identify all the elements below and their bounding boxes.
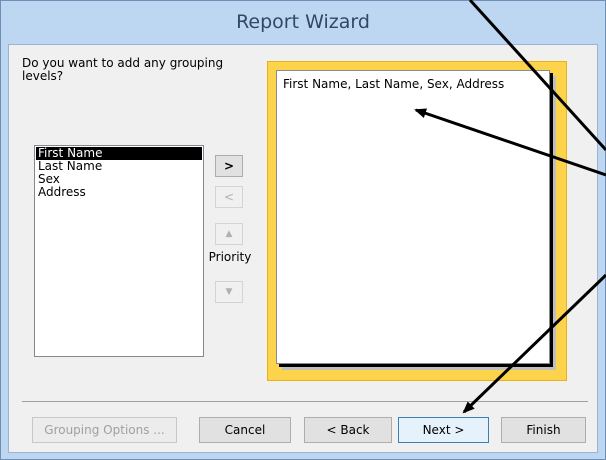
list-item-address[interactable]: Address — [36, 186, 202, 199]
grouping-options-button[interactable]: Grouping Options ... — [32, 417, 177, 443]
arrow-down-icon: ▼ — [225, 287, 233, 297]
remove-grouping-button[interactable]: < — [215, 186, 243, 208]
available-fields-list[interactable]: First Name Last Name Sex Address — [34, 145, 204, 357]
window-title: Report Wizard — [1, 1, 605, 44]
add-grouping-button[interactable]: > — [215, 155, 243, 177]
next-button[interactable]: Next > — [398, 417, 489, 443]
list-item-last-name[interactable]: Last Name — [36, 160, 202, 173]
cancel-button[interactable]: Cancel — [199, 417, 291, 443]
finish-button[interactable]: Finish — [501, 417, 586, 443]
priority-up-button[interactable]: ▲ — [215, 223, 243, 245]
grouping-preview-frame: First Name, Last Name, Sex, Address — [267, 61, 567, 381]
grouping-preview-page: First Name, Last Name, Sex, Address — [276, 70, 550, 364]
wizard-client-area: Do you want to add any grouping levels? … — [8, 44, 598, 453]
grouping-question: Do you want to add any grouping levels? — [22, 56, 224, 83]
preview-group-text: First Name, Last Name, Sex, Address — [283, 77, 505, 91]
priority-label: Priority — [208, 250, 252, 264]
report-wizard-window: Report Wizard Do you want to add any gro… — [0, 0, 606, 460]
footer-divider — [22, 401, 588, 402]
back-button[interactable]: < Back — [304, 417, 392, 443]
arrow-up-icon: ▲ — [225, 229, 233, 239]
priority-down-button[interactable]: ▼ — [215, 281, 243, 303]
